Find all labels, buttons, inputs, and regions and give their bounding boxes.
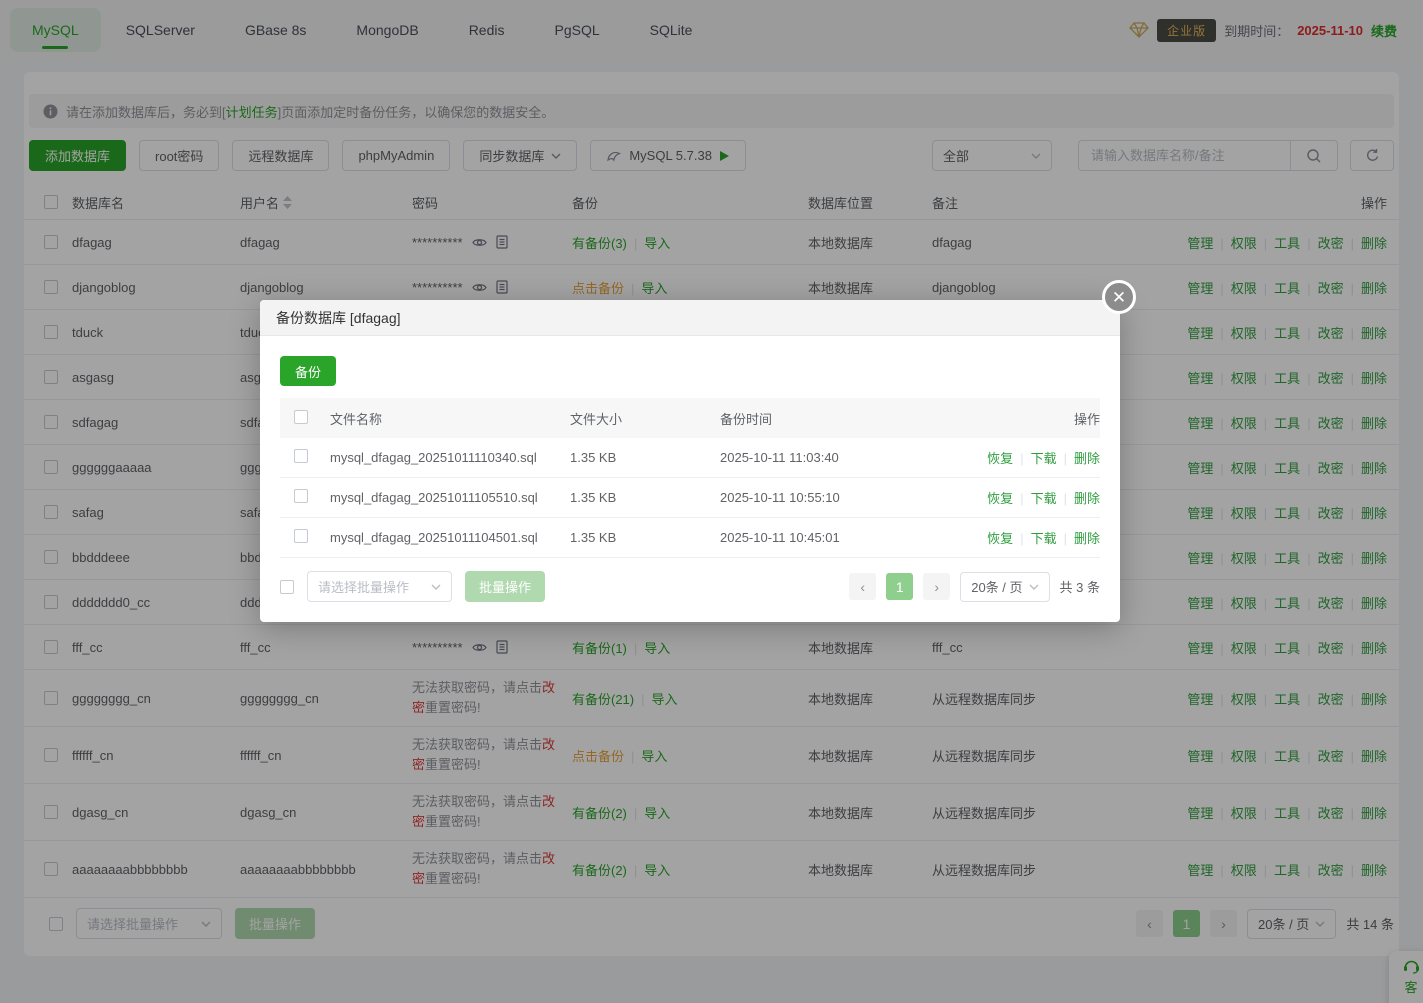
backup-file-time: 2025-10-11 11:03:40 [720,450,930,465]
modal-header-size: 文件大小 [570,409,720,428]
backup-file-row: mysql_dfagag_20251011105510.sql1.35 KB20… [280,478,1100,518]
chevron-down-icon [431,584,441,590]
backup-file-size: 1.35 KB [570,530,720,545]
modal-footer-select-all-checkbox[interactable] [280,580,294,594]
separator: | [1020,451,1023,466]
backup-file-size: 1.35 KB [570,490,720,505]
backup-row-checkbox[interactable] [294,449,308,463]
backup-op-download-link[interactable]: 下载 [1031,491,1057,506]
modal-title: 备份数据库 [dfagag] [260,300,1120,336]
backup-file-name: mysql_dfagag_20251011104501.sql [330,530,570,545]
modal-table-header: 文件名称 文件大小 备份时间 操作 [280,398,1100,438]
separator: | [1064,531,1067,546]
modal-page-size-select[interactable]: 20条 / 页 [960,572,1049,602]
backup-file-name: mysql_dfagag_20251011105510.sql [330,490,570,505]
backup-op-delete-link[interactable]: 删除 [1074,451,1100,466]
backup-op-restore-link[interactable]: 恢复 [987,491,1013,506]
modal-select-all-checkbox[interactable] [294,410,308,424]
backup-file-row: mysql_dfagag_20251011104501.sql1.35 KB20… [280,518,1100,558]
backup-op-download-link[interactable]: 下载 [1031,451,1057,466]
modal-footer: 请选择批量操作 批量操作 ‹ 1 › 20条 / 页 共 3 条 [280,571,1100,602]
modal-total-count: 共 3 条 [1060,577,1100,596]
backup-row-ops: 恢复 | 下载 | 删除 [930,528,1100,547]
modal-header-time: 备份时间 [720,409,930,428]
chevron-down-icon [1029,584,1039,590]
backup-row-checkbox[interactable] [294,489,308,503]
backup-row-ops: 恢复 | 下载 | 删除 [930,448,1100,467]
backup-file-time: 2025-10-11 10:45:01 [720,530,930,545]
backup-op-delete-link[interactable]: 删除 [1074,531,1100,546]
modal-page-1-button[interactable]: 1 [886,573,913,600]
backup-row-checkbox[interactable] [294,529,308,543]
separator: | [1020,491,1023,506]
modal-next-page-button[interactable]: › [923,573,950,600]
backup-modal: ✕ 备份数据库 [dfagag] 备份 文件名称 文件大小 备份时间 操作 my… [260,300,1120,622]
modal-header-ops: 操作 [930,409,1100,428]
separator: | [1064,491,1067,506]
backup-file-row: mysql_dfagag_20251011110340.sql1.35 KB20… [280,438,1100,478]
backup-file-time: 2025-10-11 10:55:10 [720,490,930,505]
modal-header-file: 文件名称 [330,409,570,428]
modal-prev-page-button[interactable]: ‹ [849,573,876,600]
backup-file-name: mysql_dfagag_20251011110340.sql [330,450,570,465]
modal-table-body: mysql_dfagag_20251011110340.sql1.35 KB20… [280,438,1100,558]
modal-pagination: ‹ 1 › 20条 / 页 共 3 条 [849,572,1100,602]
close-icon[interactable]: ✕ [1102,280,1136,314]
separator: | [1064,451,1067,466]
modal-batch-action-button[interactable]: 批量操作 [465,571,545,602]
backup-file-size: 1.35 KB [570,450,720,465]
backup-op-restore-link[interactable]: 恢复 [987,451,1013,466]
backup-row-ops: 恢复 | 下载 | 删除 [930,488,1100,507]
modal-batch-action-select[interactable]: 请选择批量操作 [307,571,452,602]
backup-op-download-link[interactable]: 下载 [1031,531,1057,546]
separator: | [1020,531,1023,546]
backup-op-delete-link[interactable]: 删除 [1074,491,1100,506]
create-backup-button[interactable]: 备份 [280,356,336,386]
backup-op-restore-link[interactable]: 恢复 [987,531,1013,546]
